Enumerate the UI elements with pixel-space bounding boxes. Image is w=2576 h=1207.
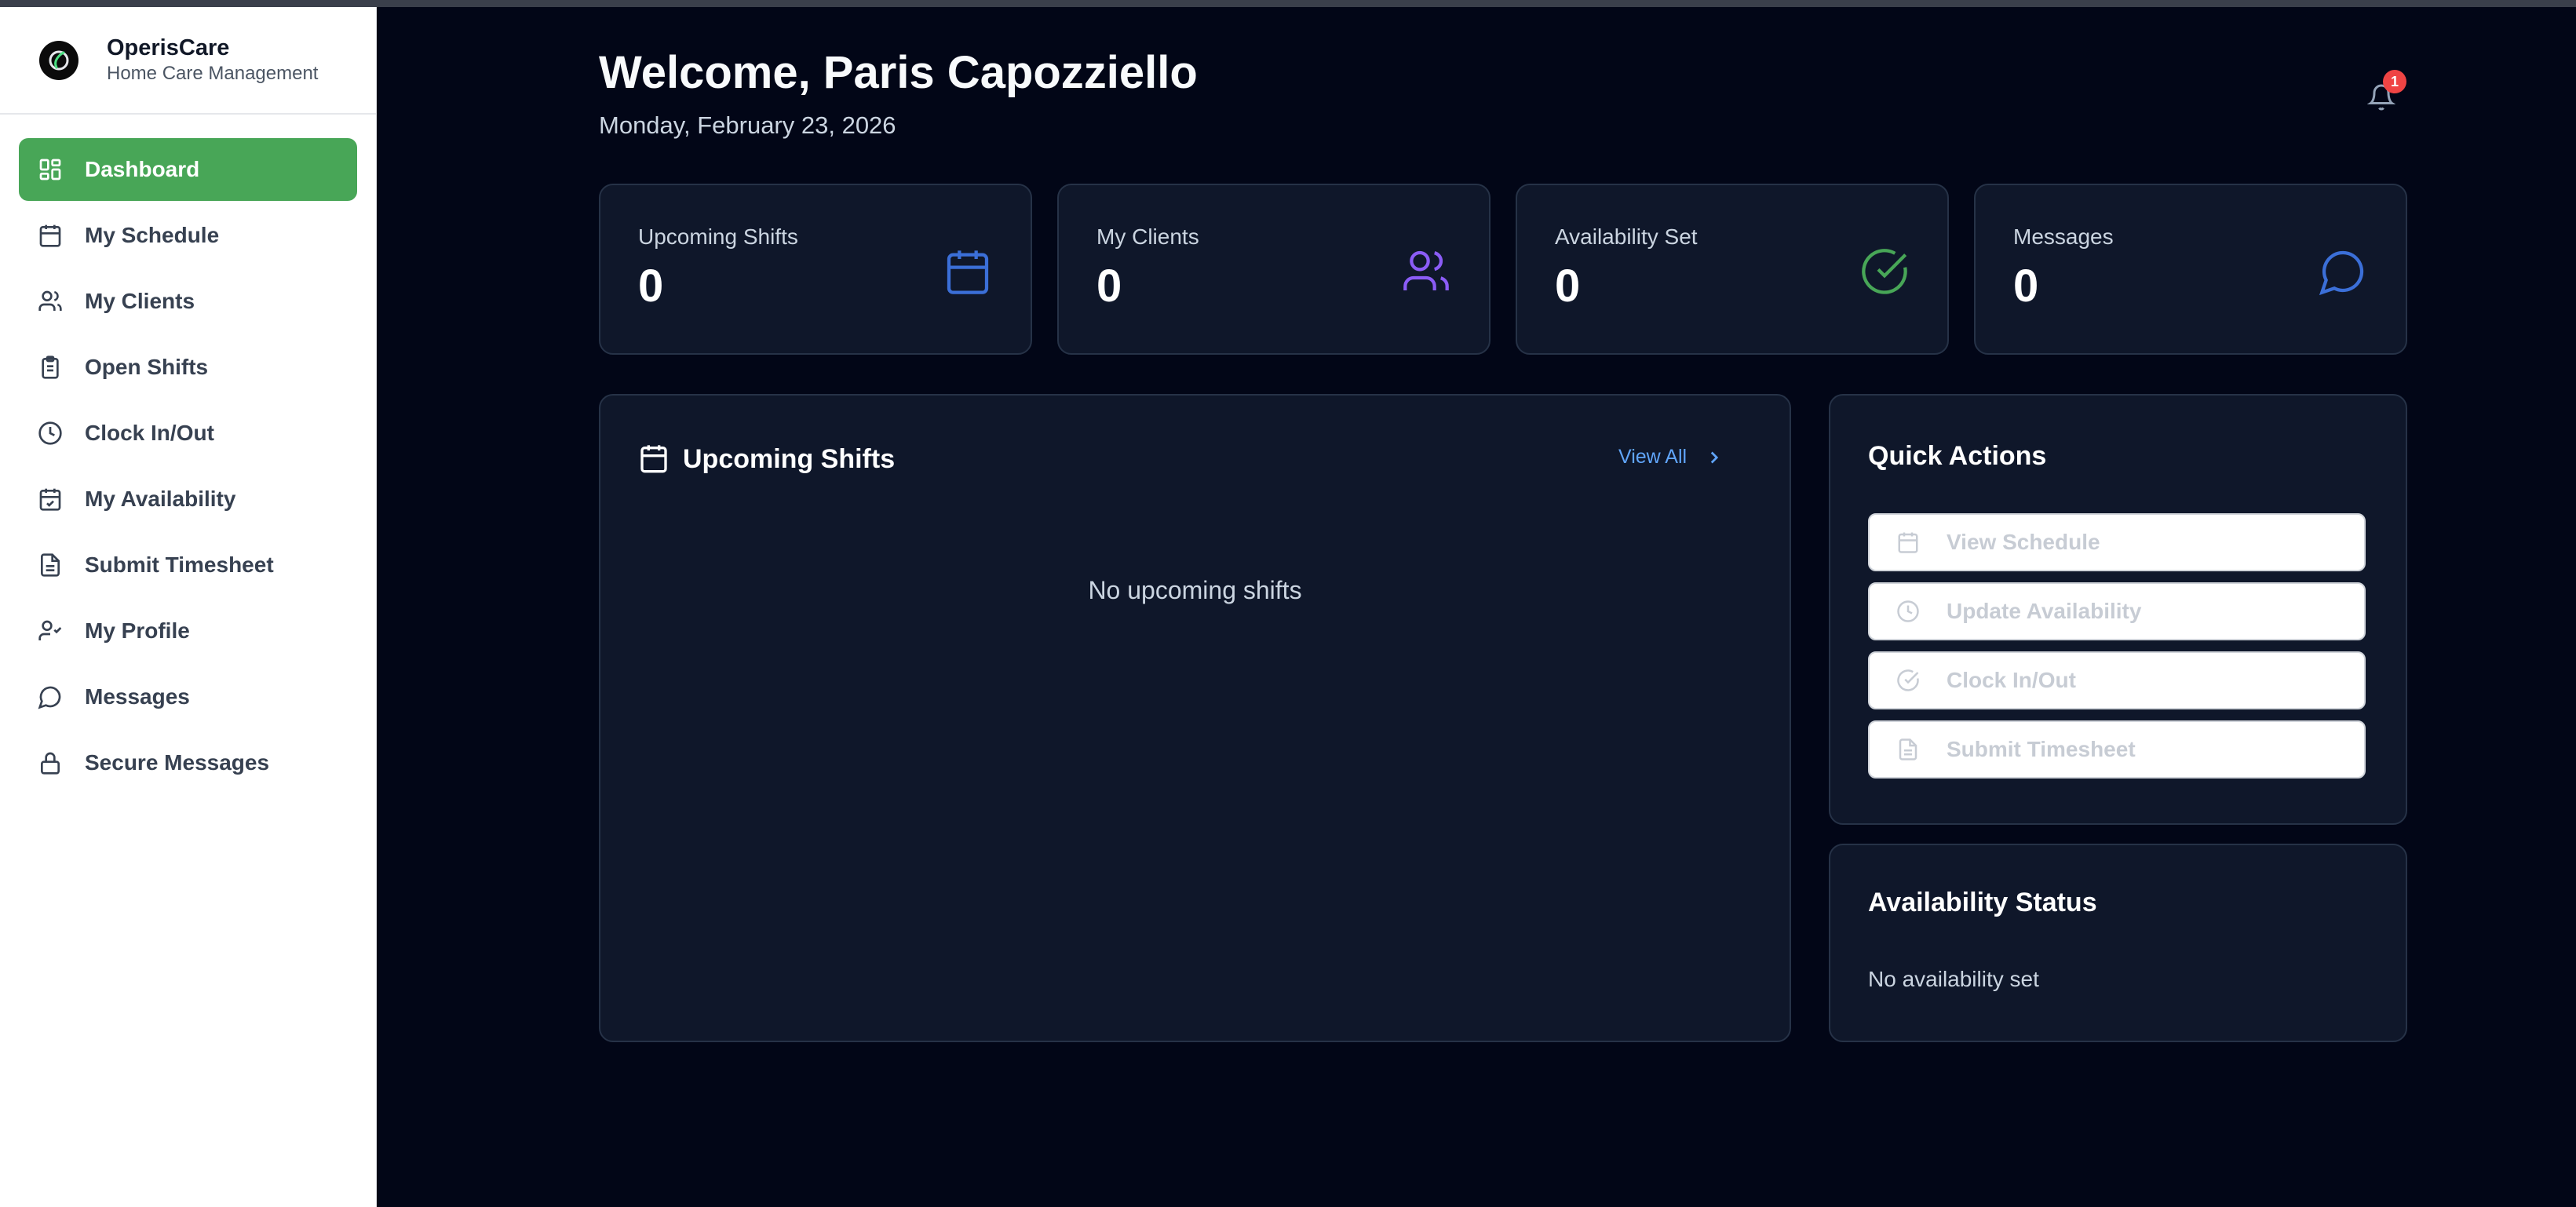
page-title: Welcome, Paris Capozziello	[599, 47, 1198, 98]
sidebar-item-label: Clock In/Out	[85, 421, 214, 445]
sidebar-item-label: Submit Timesheet	[85, 552, 274, 577]
stat-label: Availability Set	[1555, 224, 1698, 249]
clock-icon	[1897, 600, 1919, 622]
sidebar-item-dashboard[interactable]: Dashboard	[19, 138, 357, 201]
sidebar-item-clock-in-out[interactable]: Clock In/Out	[19, 402, 357, 465]
upcoming-shifts-panel: Upcoming Shifts View All No upcoming shi…	[599, 394, 1791, 1042]
sidebar-item-label: Dashboard	[85, 157, 200, 181]
logo-icon	[39, 40, 78, 80]
view-all-link[interactable]: View All	[1618, 446, 1724, 469]
stat-value: 0	[1096, 261, 1122, 312]
calendar-icon	[640, 445, 667, 473]
sidebar-item-my-profile[interactable]: My Profile	[19, 600, 357, 662]
button-label: Submit Timesheet	[1947, 737, 2136, 761]
stat-label: Messages	[2013, 224, 2114, 249]
stat-card-messages: Messages 0	[1974, 184, 2407, 355]
calendar-icon	[947, 250, 989, 294]
sidebar: OperisCare Home Care Management Dashboar…	[0, 7, 377, 1207]
sidebar-item-label: Messages	[85, 684, 190, 709]
clock-in-out-button[interactable]: Clock In/Out	[1868, 651, 2366, 709]
clock-icon	[38, 421, 62, 445]
brand-subtitle: Home Care Management	[107, 62, 319, 84]
chevron-right-icon	[1710, 451, 1719, 463]
check-circle-icon	[1897, 669, 1919, 691]
calendar-icon	[1898, 532, 1918, 553]
user-check-icon	[38, 620, 62, 640]
sidebar-item-label: My Clients	[85, 289, 195, 313]
stat-value: 0	[2013, 261, 2039, 312]
sidebar-nav: Dashboard My Schedule My Clients Open Sh…	[0, 115, 376, 794]
view-all-label: View All	[1618, 446, 1688, 468]
quick-actions-panel: Quick Actions View Schedule Update Avail…	[1829, 394, 2407, 825]
button-label: View Schedule	[1947, 530, 2100, 554]
sidebar-item-open-shifts[interactable]: Open Shifts	[19, 336, 357, 399]
submit-timesheet-button[interactable]: Submit Timesheet	[1868, 720, 2366, 779]
dashboard-icon	[39, 159, 61, 181]
empty-state-message: No upcoming shifts	[1088, 576, 1302, 604]
availability-status-text: No availability set	[1868, 967, 2039, 991]
users-icon	[1403, 250, 1449, 290]
clipboard-icon	[42, 356, 59, 379]
panel-title: Quick Actions	[1868, 441, 2047, 471]
sidebar-item-label: My Profile	[85, 618, 190, 643]
stat-label: Upcoming Shifts	[638, 224, 798, 249]
calendar-check-icon	[39, 488, 61, 511]
update-availability-button[interactable]: Update Availability	[1868, 582, 2366, 640]
stat-card-my-clients: My Clients 0	[1057, 184, 1491, 355]
sidebar-item-label: My Availability	[85, 487, 236, 511]
calendar-icon	[39, 224, 61, 247]
availability-status-panel: Availability Status No availability set	[1829, 844, 2407, 1042]
stat-card-availability-set: Availability Set 0	[1516, 184, 1949, 355]
sidebar-item-submit-timesheet[interactable]: Submit Timesheet	[19, 534, 357, 596]
sidebar-item-label: Open Shifts	[85, 355, 209, 379]
notification-badge[interactable]: 1	[2383, 70, 2406, 93]
panel-title: Upcoming Shifts	[683, 444, 896, 474]
button-label: Clock In/Out	[1947, 668, 2076, 692]
view-schedule-button[interactable]: View Schedule	[1868, 513, 2366, 571]
button-label: Update Availability	[1947, 599, 2142, 623]
sidebar-item-my-schedule[interactable]: My Schedule	[19, 204, 357, 267]
sidebar-item-label: My Schedule	[85, 223, 220, 247]
stat-card-upcoming-shifts: Upcoming Shifts 0	[599, 184, 1032, 355]
message-icon	[38, 686, 61, 709]
users-icon	[38, 290, 62, 311]
window-top-bar	[0, 0, 2576, 7]
panel-title: Availability Status	[1868, 888, 2097, 917]
main-content: Welcome, Paris Capozziello Monday, Febru…	[377, 7, 2576, 1207]
brand-header[interactable]: OperisCare Home Care Management	[0, 7, 376, 115]
stat-label: My Clients	[1096, 224, 1199, 249]
stat-value: 0	[638, 261, 664, 312]
sidebar-item-my-clients[interactable]: My Clients	[19, 270, 357, 333]
current-date: Monday, February 23, 2026	[599, 111, 896, 139]
brand-name: OperisCare	[107, 35, 230, 60]
document-icon	[1899, 738, 1917, 760]
document-icon	[41, 553, 60, 577]
message-icon	[2319, 250, 2364, 296]
lock-icon	[41, 752, 60, 775]
sidebar-item-my-availability[interactable]: My Availability	[19, 468, 357, 531]
check-circle-icon	[1862, 249, 1907, 294]
sidebar-item-messages[interactable]: Messages	[19, 665, 357, 728]
sidebar-item-label: Secure Messages	[85, 750, 270, 775]
stat-value: 0	[1555, 261, 1581, 312]
sidebar-item-secure-messages[interactable]: Secure Messages	[19, 731, 357, 794]
